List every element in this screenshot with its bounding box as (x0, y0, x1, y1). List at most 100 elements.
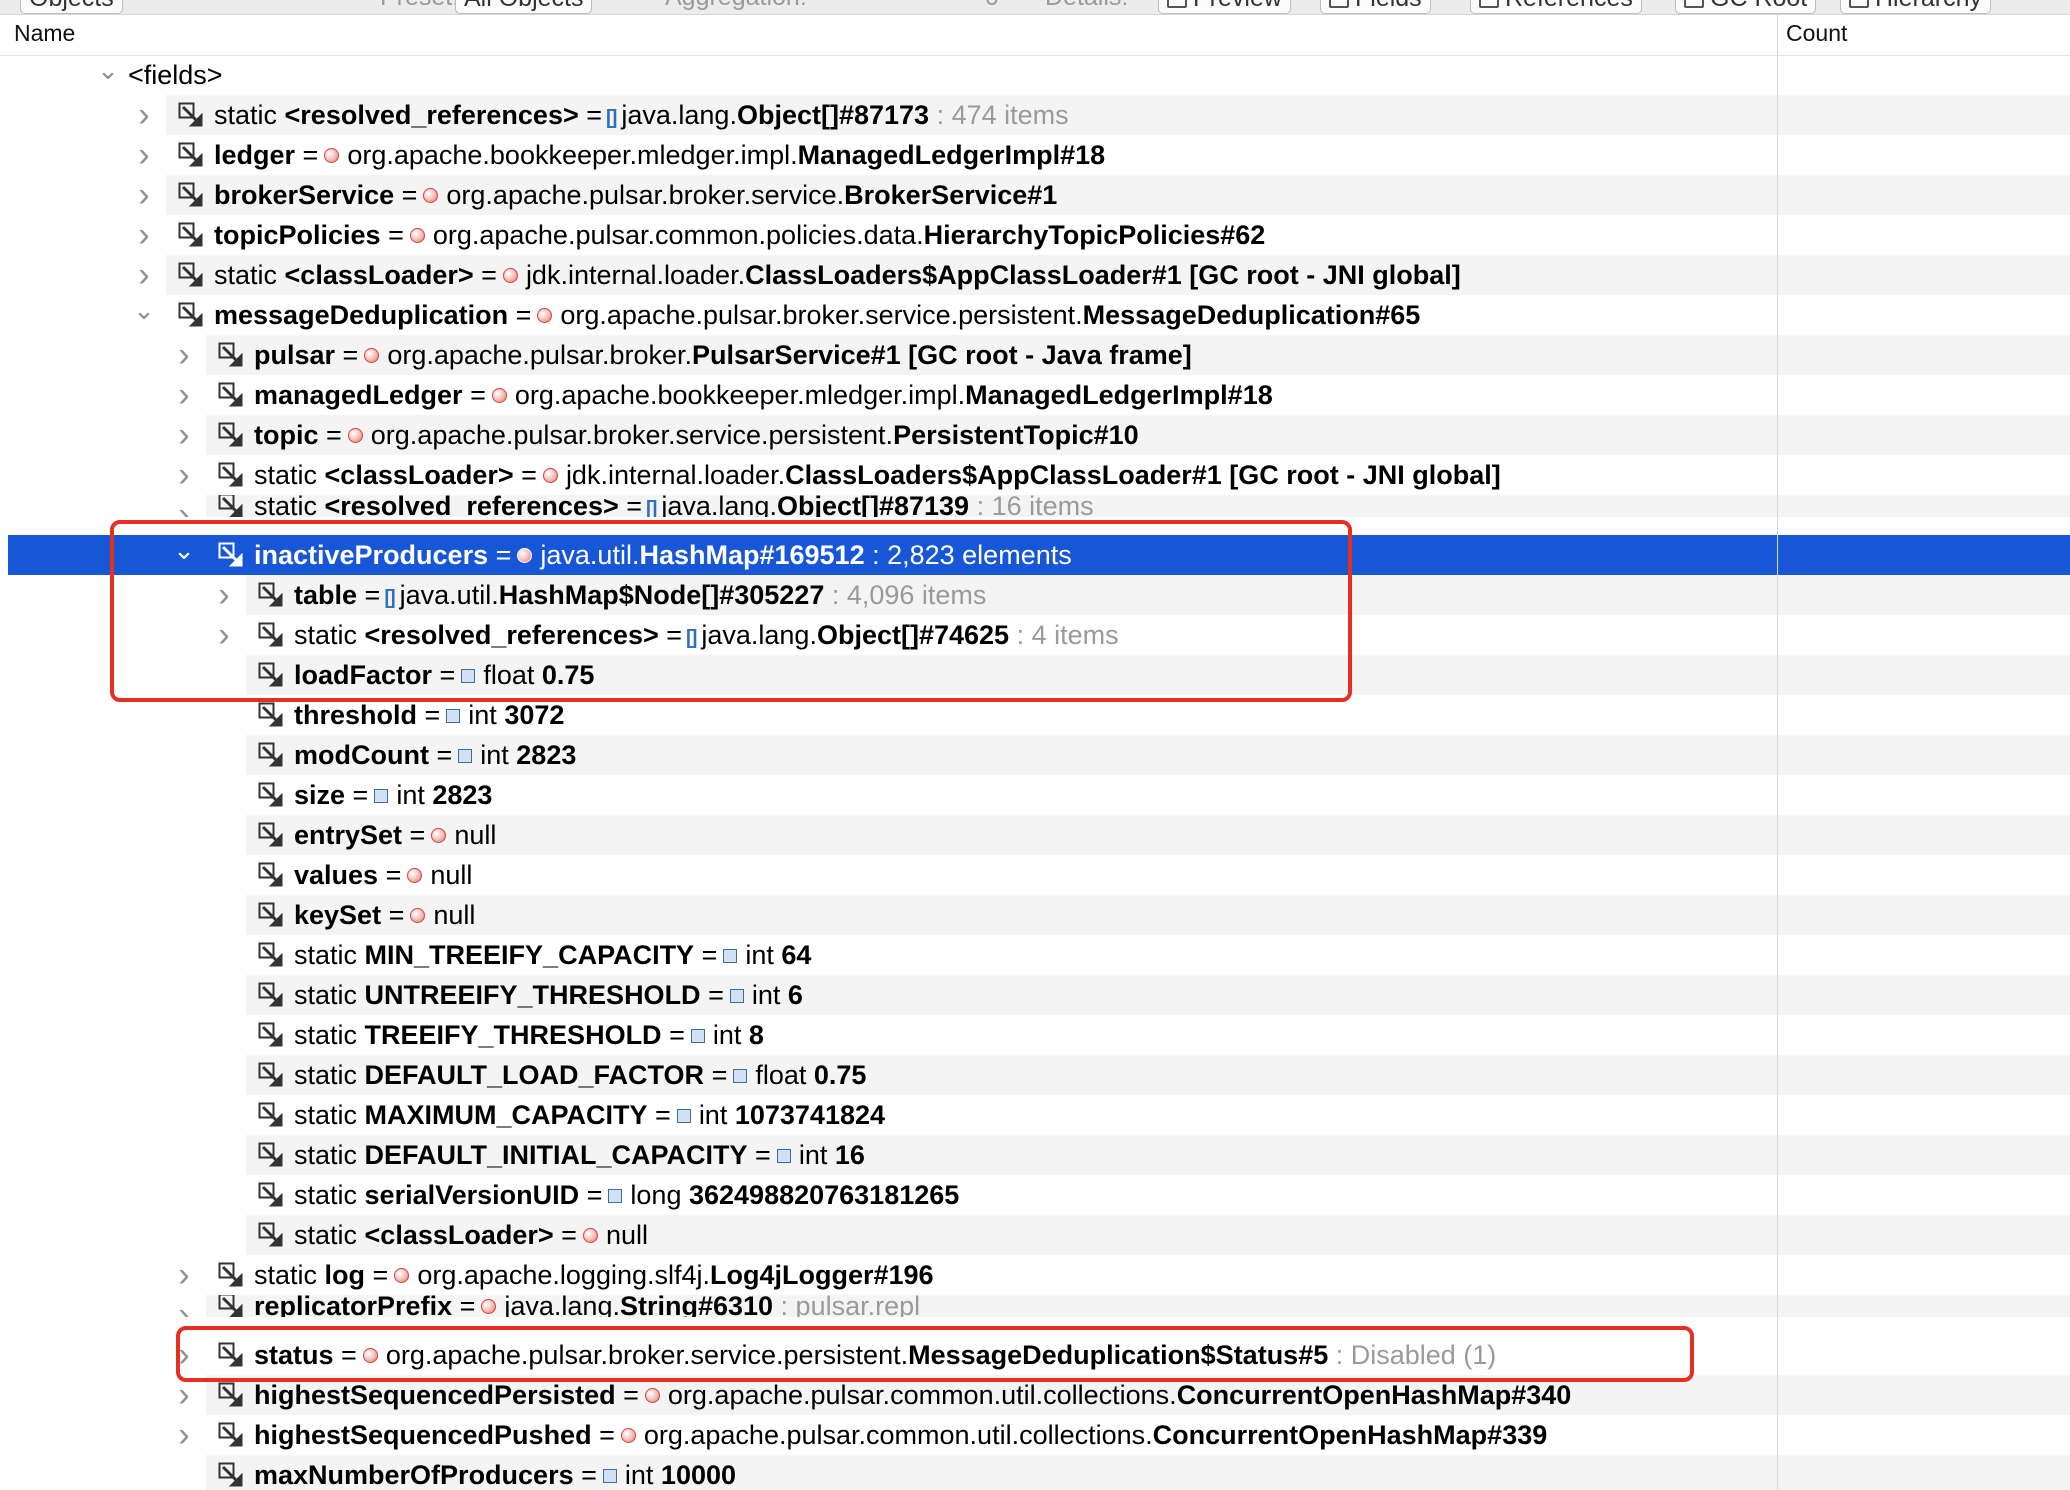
field-arrow-icon (178, 302, 203, 327)
chevron-down-icon[interactable]: ⌄ (132, 295, 156, 335)
field-row[interactable]: › topicPolicies = org.apache.pulsar.common… (0, 215, 2070, 255)
value-package: org.apache.pulsar.common.policies.data. (432, 220, 924, 250)
field-row[interactable]: › ledger = org.apache.bookkeeper.mledger.i… (0, 135, 2070, 175)
chevron-right-icon[interactable]: › (172, 1255, 196, 1295)
chevron-right-icon[interactable]: › (172, 1375, 196, 1415)
field-row[interactable]: static TREEIFY_THRESHOLD = int 8 (0, 1015, 2070, 1055)
value-class: 362498820763181265 (688, 1180, 960, 1210)
field-row[interactable]: ⌄ inactiveProducers = java.util.HashMap#16… (0, 535, 2070, 575)
field-name: <resolved_references> (324, 495, 619, 517)
field-row[interactable]: size = int 2823 (0, 775, 2070, 815)
chevron-right-icon[interactable]: › (172, 455, 196, 495)
object-circle-icon (364, 348, 380, 363)
field-row[interactable]: › highestSequencedPushed = org.apache.puls… (0, 1415, 2070, 1455)
value-package: org.apache.bookkeeper.mledger.impl. (347, 140, 798, 170)
value-package: int (624, 1460, 661, 1490)
field-row[interactable]: › brokerService = org.apache.pulsar.broker… (0, 175, 2070, 215)
chevron-right-icon[interactable]: › (132, 175, 156, 215)
object-circle-icon (537, 308, 553, 323)
gc-root-button[interactable]: GC Root (1675, 0, 1817, 14)
field-row[interactable]: maxNumberOfProducers = int 10000 (0, 1455, 2070, 1490)
field-row[interactable]: › static <resolved_references> =[] java.la… (0, 615, 2070, 655)
objects-button[interactable]: Objects (20, 0, 123, 14)
column-name-header[interactable]: Name (14, 20, 75, 47)
field-row[interactable]: modCount = int 2823 (0, 735, 2070, 775)
chevron-right-icon[interactable]: › (212, 575, 236, 615)
value-package: org.apache.pulsar.broker.service. (446, 180, 845, 210)
field-modifier: static (214, 260, 285, 290)
field-row[interactable]: › table =[] java.util.HashMap$Node[]#30522… (0, 575, 2070, 615)
field-row[interactable]: static MAXIMUM_CAPACITY = int 1073741824 (0, 1095, 2070, 1135)
field-row[interactable]: static <classLoader> = null (0, 1215, 2070, 1255)
field-row[interactable]: › static <classLoader> = jdk.internal.load… (0, 455, 2070, 495)
column-count-header[interactable]: Count (1786, 20, 1847, 47)
field-modifier: static (294, 1100, 365, 1130)
field-row-content: inactiveProducers = java.util.HashMap#169… (218, 535, 1072, 575)
field-row[interactable]: loadFactor = float 0.75 (0, 655, 2070, 695)
value-class: ConcurrentOpenHashMap#339 (1152, 1420, 1548, 1450)
field-row[interactable]: static MIN_TREEIFY_CAPACITY = int 64 (0, 935, 2070, 975)
hierarchy-button[interactable]: Hierarchy (1840, 0, 1991, 14)
field-row[interactable]: › static log = org.apache.logging.slf4j.Lo… (0, 1255, 2070, 1295)
field-row[interactable]: › replicatorPrefix = java.lang.String#6310… (0, 1295, 2070, 1317)
hierarchy-button-label: Hierarchy (1875, 0, 1982, 12)
chevron-right-icon[interactable]: › (172, 495, 196, 517)
object-circle-icon (431, 828, 447, 843)
field-row-content: brokerService = org.apache.pulsar.broker.… (178, 175, 1057, 215)
field-name: loadFactor (294, 660, 433, 690)
value-meta: : 4 items (1009, 620, 1119, 650)
field-row-content: topic = org.apache.pulsar.broker.service.… (218, 415, 1139, 455)
equals-sign: = (380, 220, 404, 250)
field-row[interactable]: › managedLedger = org.apache.bookkeeper.ml… (0, 375, 2070, 415)
field-modifier: static (294, 1220, 365, 1250)
field-row[interactable]: › status = org.apache.pulsar.broker.servic… (0, 1335, 2070, 1375)
chevron-right-icon[interactable]: › (172, 1295, 196, 1317)
fields-group-row[interactable]: ⌄ <fields> (0, 55, 2070, 95)
field-name: <classLoader> (324, 460, 514, 490)
chevron-right-icon[interactable]: › (132, 255, 156, 295)
field-row[interactable]: static serialVersionUID = long 3624988207… (0, 1175, 2070, 1215)
chevron-right-icon[interactable]: › (172, 1335, 196, 1375)
field-row-content: <fields> (128, 55, 223, 95)
field-row[interactable]: › static <resolved_references> =[] java.la… (0, 495, 2070, 517)
primitive-square-icon (690, 1029, 705, 1043)
field-row[interactable]: › static <resolved_references> =[] java.la… (0, 95, 2070, 135)
chevron-right-icon[interactable]: › (172, 1415, 196, 1455)
chevron-right-icon[interactable]: › (132, 215, 156, 255)
value-class: 16 (834, 1140, 865, 1170)
field-row[interactable]: threshold = int 3072 (0, 695, 2070, 735)
field-row-content: highestSequencedPersisted = org.apache.pu… (218, 1375, 1571, 1415)
field-arrow-icon (258, 622, 283, 647)
references-icon (1479, 0, 1499, 8)
field-row[interactable]: keySet = null (0, 895, 2070, 935)
field-row[interactable]: static UNTREEIFY_THRESHOLD = int 6 (0, 975, 2070, 1015)
field-row[interactable]: › highestSequencedPersisted = org.apache.p… (0, 1375, 2070, 1415)
chevron-right-icon[interactable]: › (132, 95, 156, 135)
field-row[interactable]: static DEFAULT_INITIAL_CAPACITY = int 16 (0, 1135, 2070, 1175)
field-arrow-icon (258, 1022, 283, 1047)
field-name: entrySet (294, 820, 403, 850)
fields-button[interactable]: Fields (1320, 0, 1431, 14)
chevron-down-icon[interactable]: ⌄ (172, 535, 196, 575)
value-class: 2823 (516, 740, 577, 770)
preview-button[interactable]: Preview (1158, 0, 1291, 14)
preset-select[interactable]: All Objects (455, 0, 593, 14)
column-divider[interactable] (1777, 15, 1778, 1490)
field-row[interactable]: ⌄ messageDeduplication = org.apache.pulsar… (0, 295, 2070, 335)
field-row[interactable]: › static <classLoader> = jdk.internal.load… (0, 255, 2070, 295)
field-row[interactable]: values = null (0, 855, 2070, 895)
chevron-right-icon[interactable]: › (132, 135, 156, 175)
field-row[interactable]: › pulsar = org.apache.pulsar.broker.Pulsar… (0, 335, 2070, 375)
references-button[interactable]: References (1470, 0, 1642, 14)
object-circle-icon (394, 1268, 410, 1283)
equals-sign: = (591, 1420, 615, 1450)
field-row[interactable]: › topic = org.apache.pulsar.broker.service… (0, 415, 2070, 455)
chevron-right-icon[interactable]: › (212, 615, 236, 655)
chevron-down-icon[interactable]: ⌄ (96, 55, 120, 95)
chevron-right-icon[interactable]: › (172, 335, 196, 375)
field-row[interactable]: static DEFAULT_LOAD_FACTOR = float 0.75 (0, 1055, 2070, 1095)
fields-group-label: <fields> (128, 60, 223, 90)
chevron-right-icon[interactable]: › (172, 415, 196, 455)
chevron-right-icon[interactable]: › (172, 375, 196, 415)
field-row[interactable]: entrySet = null (0, 815, 2070, 855)
